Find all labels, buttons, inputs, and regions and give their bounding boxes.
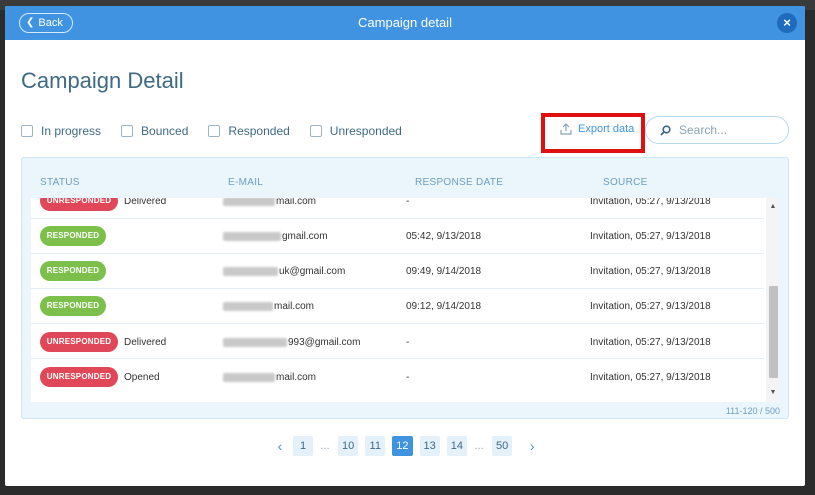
scroll-down-arrow-icon[interactable]: ▼ <box>766 387 780 399</box>
redacted-email-part <box>223 372 275 382</box>
source-cell: Invitation, 05:27, 9/13/2018 <box>590 231 711 242</box>
table-row[interactable]: RESPONDED uk@gmail.com 09:49, 9/14/2018 … <box>31 254 764 289</box>
page-button-50[interactable]: 50 <box>492 436 513 456</box>
page-ellipsis: ... <box>474 440 484 452</box>
response-date-cell: - <box>406 198 410 207</box>
upload-icon <box>560 123 572 135</box>
filter-responded[interactable]: Responded <box>208 124 290 138</box>
status-filters: In progress Bounced Responded Unresponde… <box>21 124 422 138</box>
close-button[interactable]: × <box>777 13 797 33</box>
in-progress-checkbox[interactable] <box>21 125 33 137</box>
page-button-12-current[interactable]: 12 <box>392 436 413 456</box>
unresponded-checkbox[interactable] <box>309 125 322 137</box>
response-date-cell: 05:42, 9/13/2018 <box>406 231 482 242</box>
status-badge: UNRESPONDED <box>40 332 118 352</box>
status-badge: RESPONDED <box>40 296 106 316</box>
campaign-detail-modal: ❮ Back Campaign detail × Campaign Detail… <box>5 6 805 486</box>
email-cell: gmail.com <box>223 231 328 242</box>
page-button-14[interactable]: 14 <box>446 436 467 456</box>
status-badge: UNRESPONDED <box>40 367 118 387</box>
modal-title: Campaign detail <box>358 15 452 30</box>
page-title: Campaign Detail <box>21 68 184 93</box>
column-header-source[interactable]: SOURCE <box>603 177 648 188</box>
source-cell: Invitation, 05:27, 9/13/2018 <box>590 198 711 207</box>
page-ellipsis: ... <box>320 440 330 452</box>
column-header-email[interactable]: E-MAIL <box>228 177 263 188</box>
filter-bounced[interactable]: Bounced <box>121 124 188 138</box>
email-cell: mail.com <box>223 372 316 383</box>
email-cell: uk@gmail.com <box>223 266 345 277</box>
column-header-response-date[interactable]: RESPONSE DATE <box>415 177 503 188</box>
chevron-left-icon[interactable]: ‹ <box>267 438 293 454</box>
response-date-cell: 09:12, 9/14/2018 <box>406 301 482 312</box>
table-row[interactable]: UNRESPONDED Delivered mail.com - Invitat… <box>31 198 764 219</box>
redacted-email-part <box>223 301 273 311</box>
modal-header: ❮ Back Campaign detail × <box>5 6 805 40</box>
export-label: Export data <box>578 123 635 135</box>
column-header-status[interactable]: STATUS <box>40 177 80 188</box>
status-badge: RESPONDED <box>40 226 106 246</box>
source-cell: Invitation, 05:27, 9/13/2018 <box>590 301 711 312</box>
sub-status: Delivered <box>124 337 167 348</box>
filter-label: Unresponded <box>329 124 402 138</box>
chevron-right-icon[interactable]: › <box>519 438 545 454</box>
responses-table: STATUS E-MAIL RESPONSE DATE SOURCE UNRES… <box>21 157 789 419</box>
table-row[interactable]: RESPONDED gmail.com 05:42, 9/13/2018 Inv… <box>31 219 764 254</box>
filter-label: Bounced <box>141 124 189 138</box>
filter-unresponded[interactable]: Unresponded <box>309 124 402 138</box>
filter-label: In progress <box>41 124 102 138</box>
redacted-email-part <box>223 198 275 206</box>
search-box[interactable] <box>645 116 789 144</box>
filter-in-progress[interactable]: In progress <box>21 124 101 138</box>
table-body: UNRESPONDED Delivered mail.com - Invitat… <box>31 198 780 402</box>
search-input[interactable] <box>679 123 779 137</box>
response-date-cell: 09:49, 9/14/2018 <box>406 266 482 277</box>
bounced-checkbox[interactable] <box>121 125 134 137</box>
page-button-1[interactable]: 1 <box>293 436 313 456</box>
email-cell: mail.com <box>223 301 314 312</box>
page-button-10[interactable]: 10 <box>338 436 359 456</box>
scroll-thumb[interactable] <box>769 286 778 378</box>
sub-status: Delivered <box>124 198 167 207</box>
redacted-email-part <box>223 231 281 241</box>
redacted-email-part <box>223 337 287 347</box>
scroll-up-arrow-icon[interactable]: ▲ <box>766 201 780 213</box>
results-range: 111-120 / 500 <box>725 406 780 416</box>
page-button-13[interactable]: 13 <box>419 436 440 456</box>
response-date-cell: - <box>406 372 410 383</box>
status-badge: UNRESPONDED <box>40 198 118 211</box>
table-header: STATUS E-MAIL RESPONSE DATE SOURCE <box>22 158 788 198</box>
source-cell: Invitation, 05:27, 9/13/2018 <box>590 337 711 348</box>
redacted-email-part <box>223 266 278 276</box>
pagination: ‹ 1 ... 10 11 12 13 14 ... 50 › <box>267 436 545 456</box>
export-data-button[interactable]: Export data <box>560 123 634 135</box>
source-cell: Invitation, 05:27, 9/13/2018 <box>590 266 711 277</box>
filter-label: Responded <box>228 124 290 138</box>
sub-status: Opened <box>124 372 160 383</box>
status-badge: RESPONDED <box>40 261 106 281</box>
page-button-11[interactable]: 11 <box>365 436 386 456</box>
table-row[interactable]: RESPONDED mail.com 09:12, 9/14/2018 Invi… <box>31 289 764 324</box>
table-scrollbar[interactable]: ▲ ▼ <box>766 198 780 402</box>
responded-checkbox[interactable] <box>208 125 221 137</box>
email-cell: mail.com <box>223 198 316 207</box>
table-row[interactable]: UNRESPONDED Opened mail.com - Invitation… <box>31 359 764 394</box>
email-cell: 993@gmail.com <box>223 337 360 348</box>
response-date-cell: - <box>406 337 410 348</box>
table-row[interactable]: UNRESPONDED Delivered 993@gmail.com - In… <box>31 324 764 359</box>
source-cell: Invitation, 05:27, 9/13/2018 <box>590 372 711 383</box>
search-icon <box>660 124 671 136</box>
